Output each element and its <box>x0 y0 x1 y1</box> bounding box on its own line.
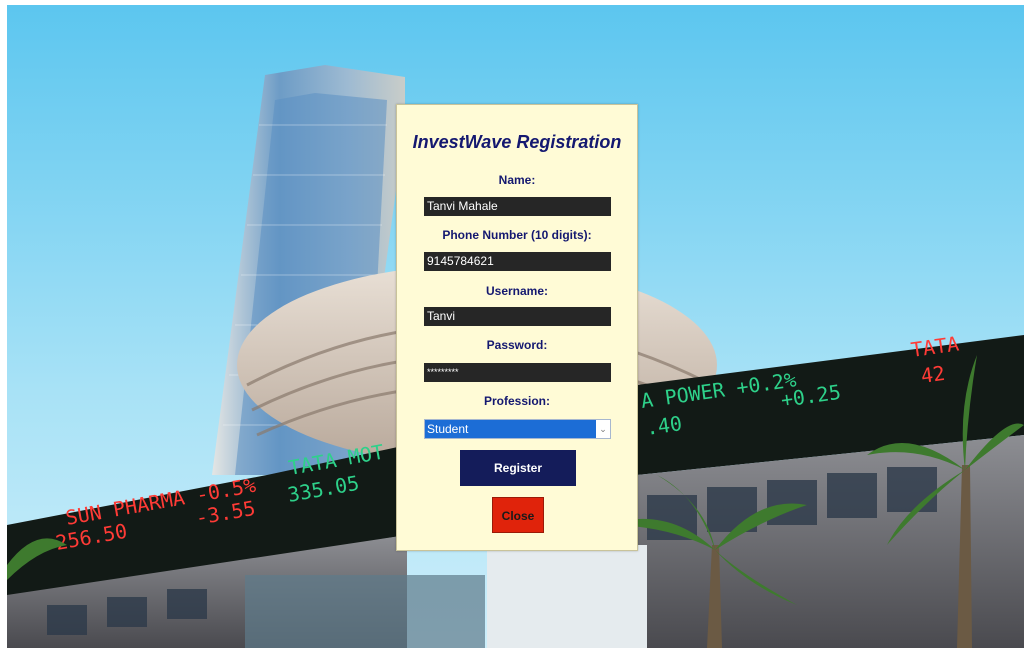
name-label: Name: <box>498 173 536 187</box>
ticker-power-price: .40 <box>644 411 683 440</box>
phone-label: Phone Number (10 digits): <box>442 228 592 242</box>
phone-field[interactable] <box>424 252 611 271</box>
profession-label: Profession: <box>483 394 550 408</box>
name-field[interactable] <box>424 197 611 216</box>
register-button[interactable]: Register <box>460 450 576 486</box>
password-label: Password: <box>486 338 548 352</box>
registration-dialog: InvestWave Registration Name: Phone Numb… <box>396 104 638 551</box>
profession-select[interactable]: Student ⌄ <box>424 419 611 439</box>
chevron-down-icon[interactable]: ⌄ <box>596 420 610 438</box>
username-field[interactable] <box>424 307 611 326</box>
ticker-tata-price: 42 <box>919 361 946 388</box>
dialog-title: InvestWave Registration <box>412 132 622 152</box>
password-field[interactable] <box>424 363 611 382</box>
username-label: Username: <box>485 284 549 298</box>
close-button[interactable]: Close <box>492 497 544 533</box>
profession-selected-value: Student <box>427 422 469 436</box>
